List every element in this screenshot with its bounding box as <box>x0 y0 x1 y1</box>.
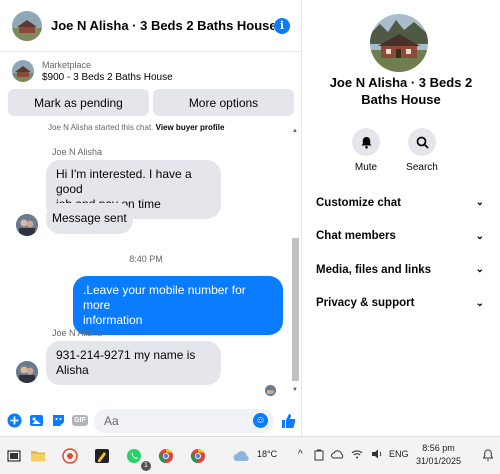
listing-small-thumbnail[interactable] <box>12 60 34 82</box>
composer: GIF Aa ☺ <box>0 405 302 436</box>
menu-privacy-support[interactable]: Privacy & support ⌄ <box>316 287 484 321</box>
view-buyer-profile-link[interactable]: View buyer profile <box>156 123 225 132</box>
search-label: Search <box>406 162 438 173</box>
mute-button[interactable]: Mute <box>349 128 383 173</box>
chevron-up-icon[interactable]: ^ <box>298 449 303 460</box>
listing-thumbnail[interactable] <box>12 10 42 41</box>
mute-label: Mute <box>354 162 378 173</box>
weather-icon[interactable] <box>232 446 252 466</box>
listing-image[interactable] <box>370 14 428 72</box>
notification-icon[interactable] <box>482 449 494 463</box>
marketplace-label: Marketplace <box>42 59 92 70</box>
chat-details-panel: Joe N Alisha · 3 Beds 2 Baths House Mute… <box>303 0 500 436</box>
app-icon[interactable] <box>60 446 80 466</box>
scroll-up-icon[interactable]: ▲ <box>292 128 298 134</box>
chevron-down-icon: ⌄ <box>475 297 484 309</box>
seen-avatar <box>265 385 276 396</box>
avatar[interactable] <box>16 214 38 236</box>
weather-temp[interactable]: 18°C <box>257 449 277 459</box>
side-title: Joe N Alisha · 3 Beds 2 Baths House <box>329 75 473 107</box>
marketplace-card: Marketplace $900 - 3 Beds 2 Baths House … <box>0 55 302 123</box>
chevron-down-icon: ⌄ <box>475 264 484 276</box>
cloud-icon[interactable] <box>331 449 345 461</box>
notes-app-icon[interactable] <box>92 446 112 466</box>
outgoing-message: .Leave your mobile number for more infor… <box>73 276 283 335</box>
language-indicator[interactable]: ENG <box>389 449 409 459</box>
menu-chat-members[interactable]: Chat members ⌄ <box>316 220 484 254</box>
avatar[interactable] <box>16 361 38 383</box>
like-icon[interactable] <box>280 413 296 429</box>
sticker-icon[interactable] <box>50 413 66 429</box>
message-input[interactable]: Aa ☺ <box>94 408 274 433</box>
file-explorer-icon[interactable] <box>28 446 48 466</box>
chat-header: Joe N Alisha · 3 Beds 2 Baths House i <box>0 0 302 52</box>
chevron-down-icon: ⌄ <box>475 230 484 242</box>
message-list: Joe N Alisha started this chat. View buy… <box>0 123 302 401</box>
sender-name: Joe N Alisha <box>52 328 103 338</box>
scrollbar-thumb[interactable] <box>292 238 299 381</box>
battery-icon[interactable] <box>314 449 324 463</box>
gif-icon[interactable]: GIF <box>72 413 88 429</box>
chrome-profile-icon[interactable] <box>156 446 176 466</box>
chrome-icon[interactable] <box>188 446 208 466</box>
task-view-icon[interactable] <box>4 446 24 466</box>
volume-icon[interactable] <box>371 449 383 461</box>
message-timestamp: 8:40 PM <box>129 254 163 264</box>
more-options-button[interactable]: More options <box>153 89 294 116</box>
menu-customize-chat[interactable]: Customize chat ⌄ <box>316 186 484 220</box>
listing-title[interactable]: $900 - 3 Beds 2 Baths House <box>42 72 173 83</box>
system-message: Joe N Alisha started this chat. View buy… <box>48 123 225 132</box>
wifi-icon[interactable] <box>351 449 363 461</box>
photo-icon[interactable] <box>28 413 44 429</box>
info-icon[interactable]: i <box>274 17 290 34</box>
clock[interactable]: 8:56 pm 31/01/2025 <box>416 442 461 468</box>
incoming-message: Message sent <box>46 203 133 234</box>
message-scrollbar[interactable]: ▲ ▼ <box>291 128 299 393</box>
chevron-down-icon: ⌄ <box>475 197 484 209</box>
details-menu: Customize chat ⌄ Chat members ⌄ Media, fil… <box>316 186 484 320</box>
incoming-message: 931-214-9271 my name is Alisha <box>46 341 221 385</box>
taskbar: 1 18°C ^ ENG 8:56 pm 31/01/2025 <box>0 436 500 474</box>
scroll-down-icon[interactable]: ▼ <box>292 387 298 393</box>
bell-icon <box>352 128 380 156</box>
mark-as-pending-button[interactable]: Mark as pending <box>8 89 149 116</box>
add-icon[interactable] <box>6 413 22 429</box>
notification-badge: 1 <box>141 461 151 471</box>
search-icon <box>408 128 436 156</box>
emoji-icon[interactable]: ☺ <box>253 413 268 428</box>
search-button[interactable]: Search <box>405 128 439 173</box>
sender-name: Joe N Alisha <box>52 147 103 157</box>
chat-title[interactable]: Joe N Alisha · 3 Beds 2 Baths House <box>51 18 274 33</box>
chat-panel: Joe N Alisha · 3 Beds 2 Baths House i Ma… <box>0 0 302 436</box>
menu-media-files-links[interactable]: Media, files and links ⌄ <box>316 253 484 287</box>
